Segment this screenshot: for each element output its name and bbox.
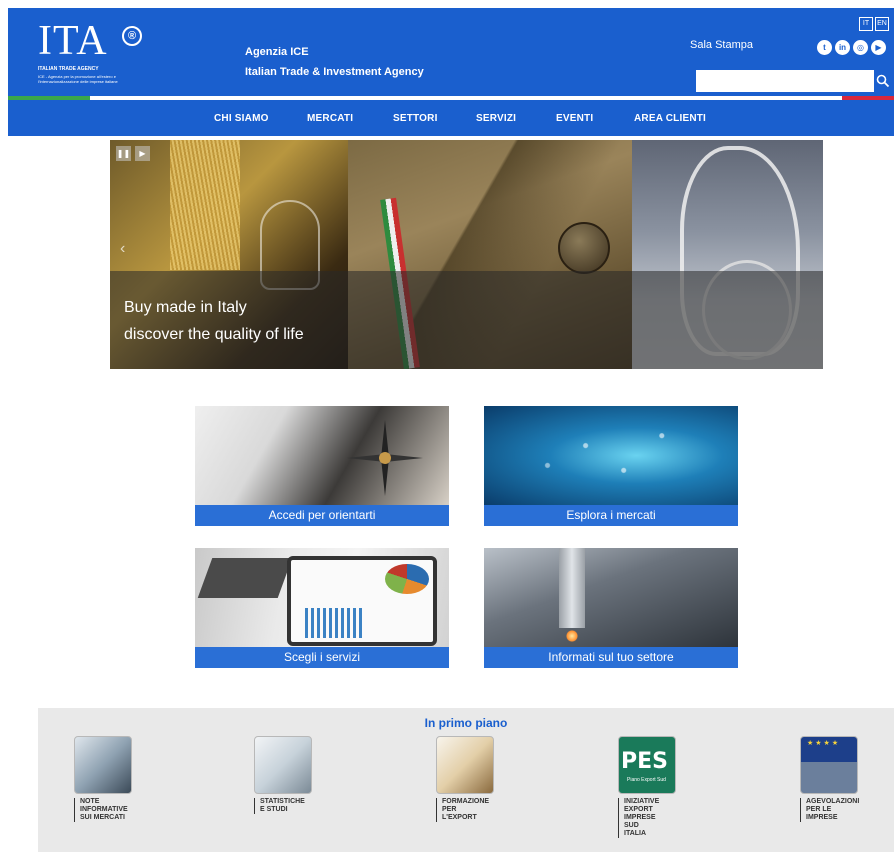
primo-item-label: NOTE INFORMATIVE SUI MERCATI bbox=[74, 798, 154, 822]
hero-caption-line-2: discover the quality of life bbox=[124, 326, 304, 343]
twitter-icon[interactable]: t bbox=[817, 40, 832, 55]
tricolor-stripe bbox=[8, 96, 894, 100]
nav-mercati[interactable]: MERCATI bbox=[307, 113, 353, 124]
agency-line-1: Agenzia ICE bbox=[245, 46, 309, 58]
primo-item-image bbox=[74, 736, 132, 794]
primo-item-iniziative-export[interactable]: PES Piano Export Sud INIZIATIVE EXPORT I… bbox=[618, 736, 708, 838]
primo-item-image bbox=[254, 736, 312, 794]
agency-name: Agenzia ICE Italian Trade & Investment A… bbox=[245, 42, 424, 82]
primo-item-label: STATISTICHE E STUDI bbox=[254, 798, 334, 814]
tile-servizi[interactable]: Scegli i servizi bbox=[195, 548, 449, 668]
logo-subtitle: ITALIAN TRADE AGENCY bbox=[38, 66, 99, 72]
primo-item-label: INIZIATIVE EXPORT IMPRESE SUD ITALIA bbox=[618, 798, 698, 838]
search-input[interactable] bbox=[696, 70, 874, 92]
agency-line-2: Italian Trade & Investment Agency bbox=[245, 66, 424, 78]
registered-mark-icon: ® bbox=[122, 26, 142, 46]
nav-settori[interactable]: SETTORI bbox=[393, 113, 438, 124]
tile-settore[interactable]: Informati sul tuo settore bbox=[484, 548, 738, 668]
ita-logo[interactable]: ITA ® ITALIAN TRADE AGENCY ICE - Agenzia… bbox=[38, 18, 188, 84]
pause-icon[interactable]: ❚❚ bbox=[116, 146, 131, 161]
tile-label: Accedi per orientarti bbox=[195, 505, 449, 526]
primo-item-formazione[interactable]: FORMAZIONE PER L'EXPORT bbox=[436, 736, 526, 822]
logo-text: ITA bbox=[38, 18, 108, 64]
primo-item-label: AGEVOLAZIONI PER LE IMPRESE bbox=[800, 798, 880, 822]
primo-item-agevolazioni[interactable]: ★★★★ AGEVOLAZIONI PER LE IMPRESE bbox=[800, 736, 890, 822]
pes-badge-sub: Piano Export Sud bbox=[627, 777, 666, 783]
primo-item-note-informative[interactable]: NOTE INFORMATIVE SUI MERCATI bbox=[74, 736, 164, 822]
in-primo-piano-section: In primo piano NOTE INFORMATIVE SUI MERC… bbox=[38, 708, 894, 852]
carousel-controls: ❚❚ ▶ bbox=[116, 146, 150, 161]
main-nav: CHI SIAMO MERCATI SETTORI SERVIZI EVENTI… bbox=[8, 104, 894, 136]
tile-image-world-map bbox=[484, 406, 738, 505]
youtube-icon[interactable]: ▶ bbox=[871, 40, 886, 55]
primo-item-statistiche[interactable]: STATISTICHE E STUDI bbox=[254, 736, 344, 814]
nav-servizi[interactable]: SERVIZI bbox=[476, 113, 516, 124]
instagram-icon[interactable]: ◎ bbox=[853, 40, 868, 55]
tile-image-laser bbox=[484, 548, 738, 647]
tile-label: Informati sul tuo settore bbox=[484, 647, 738, 668]
language-switcher: IT EN bbox=[859, 17, 889, 31]
tile-label: Scegli i servizi bbox=[195, 647, 449, 668]
hero-caption: Buy made in Italy discover the quality o… bbox=[124, 294, 304, 348]
section-title: In primo piano bbox=[424, 716, 508, 730]
eu-stars-icon: ★★★★ bbox=[807, 740, 841, 747]
press-room-link[interactable]: Sala Stampa bbox=[690, 39, 753, 51]
hero-caption-line-1: Buy made in Italy bbox=[124, 299, 247, 316]
site-header: ITA ® ITALIAN TRADE AGENCY ICE - Agenzia… bbox=[8, 8, 894, 136]
logo-tagline: ICE - Agenzia per la promozione all'este… bbox=[38, 74, 118, 84]
tile-image-compass bbox=[195, 406, 449, 505]
hero-carousel[interactable]: Buy made in Italy discover the quality o… bbox=[110, 140, 823, 369]
social-links: t in ◎ ▶ bbox=[817, 40, 886, 55]
nav-chi-siamo[interactable]: CHI SIAMO bbox=[214, 113, 269, 124]
tile-esplora[interactable]: Esplora i mercati bbox=[484, 406, 738, 526]
lang-it-button[interactable]: IT bbox=[859, 17, 873, 31]
pes-badge: PES bbox=[621, 749, 668, 774]
chevron-left-icon[interactable]: ‹ bbox=[120, 240, 125, 258]
lang-en-button[interactable]: EN bbox=[875, 17, 889, 31]
tile-image-charts bbox=[195, 548, 449, 647]
primo-item-label: FORMAZIONE PER L'EXPORT bbox=[436, 798, 516, 822]
tile-label: Esplora i mercati bbox=[484, 505, 738, 526]
nav-eventi[interactable]: EVENTI bbox=[556, 113, 593, 124]
play-icon[interactable]: ▶ bbox=[135, 146, 150, 161]
linkedin-icon[interactable]: in bbox=[835, 40, 850, 55]
compass-icon bbox=[347, 420, 423, 496]
nav-area-clienti[interactable]: AREA CLIENTI bbox=[634, 113, 706, 124]
tile-accedi[interactable]: Accedi per orientarti bbox=[195, 406, 449, 526]
pes-logo: PES Piano Export Sud bbox=[618, 736, 676, 794]
search-icon[interactable] bbox=[876, 74, 890, 88]
primo-item-image bbox=[436, 736, 494, 794]
search-box bbox=[696, 70, 890, 92]
primo-item-image: ★★★★ bbox=[800, 736, 858, 794]
